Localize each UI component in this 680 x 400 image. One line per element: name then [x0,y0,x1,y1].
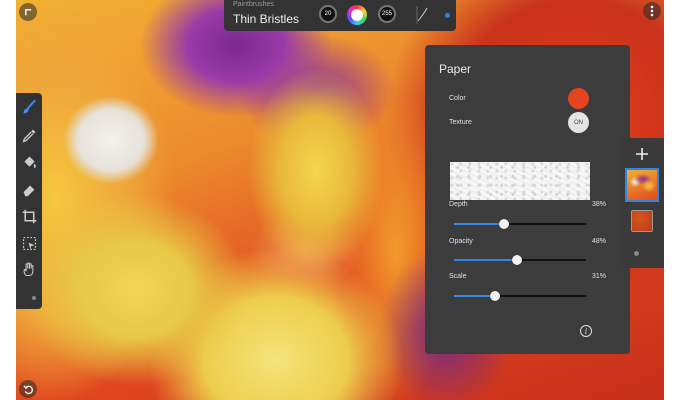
depth-value: 38% [591,201,606,208]
paint-bucket-tool[interactable] [19,152,39,172]
depth-slider-fill [454,223,505,225]
selection-tool[interactable] [19,233,39,253]
paper-texture-preview[interactable] [450,162,590,200]
texture-toggle-button[interactable]: ON [568,112,589,133]
depth-slider-thumb[interactable] [499,219,510,229]
layers-panel [620,138,664,268]
scale-slider-fill [454,295,495,297]
brush-category: Paintbrushes [233,1,274,8]
plus-icon[interactable] [635,147,649,161]
more-vertical-icon [650,5,654,17]
overflow-menu-button[interactable] [643,2,661,20]
eyedropper-tool[interactable] [19,125,39,145]
hand-tool[interactable] [19,259,39,279]
opacity-slider[interactable] [454,255,586,265]
depth-label: Depth [449,201,468,208]
toolbar-collapse-dot[interactable] [32,296,36,300]
selection-icon [22,236,36,250]
brush-opacity-value: 255 [381,11,392,17]
opacity-value: 48% [591,238,606,245]
brush-indicator-dot [445,13,450,18]
opacity-slider-fill [454,259,518,261]
paper-panel-title: Paper [439,62,472,76]
hand-icon [23,261,33,276]
brush-selector-bar[interactable]: Paintbrushes Thin Bristles 20 255 [224,0,456,31]
opacity-label: Opacity [449,238,473,245]
eraser-tool[interactable] [19,179,39,199]
layer-thumbnail-painting[interactable] [625,168,659,202]
opacity-slider-thumb[interactable] [512,255,523,265]
scale-slider-thumb[interactable] [489,291,500,301]
layers-collapse-dot[interactable] [634,251,639,256]
brush-size-button[interactable]: 20 [319,5,337,23]
paintbrush-icon [23,99,36,113]
brush-size-value: 20 [324,11,332,17]
texture-toggle-state: ON [574,119,583,126]
paper-color-label: Color [449,95,466,102]
scale-slider[interactable] [454,291,586,301]
paper-texture-label: Texture [449,119,472,126]
scale-value: 31% [591,273,606,280]
tool-palette [16,93,42,309]
info-icon[interactable]: i [580,325,592,337]
paper-panel: Paper Color Texture ON Depth 38% Opacity… [425,45,630,354]
depth-slider[interactable] [454,219,586,229]
undo-icon [22,384,33,394]
color-wheel-button[interactable] [347,5,367,25]
paint-bucket-icon [23,156,36,168]
brush-stroke-preview-icon[interactable] [415,6,429,24]
brush-opacity-button[interactable]: 255 [378,5,396,23]
layer-thumbnail-paper[interactable] [631,210,653,232]
app-window: Paintbrushes Thin Bristles 20 255 Paper … [16,0,664,400]
corner-arrow-icon [24,8,31,15]
scale-label: Scale [449,273,467,280]
paper-color-swatch[interactable] [568,88,589,109]
menu-corner-button[interactable] [19,3,37,21]
crop-tool[interactable] [19,206,39,226]
eyedropper-icon [21,129,35,143]
undo-button[interactable] [19,380,37,398]
eraser-icon [23,184,35,196]
crop-icon [22,209,36,223]
paintbrush-tool[interactable] [19,97,39,117]
brush-name[interactable]: Thin Bristles [233,12,299,26]
